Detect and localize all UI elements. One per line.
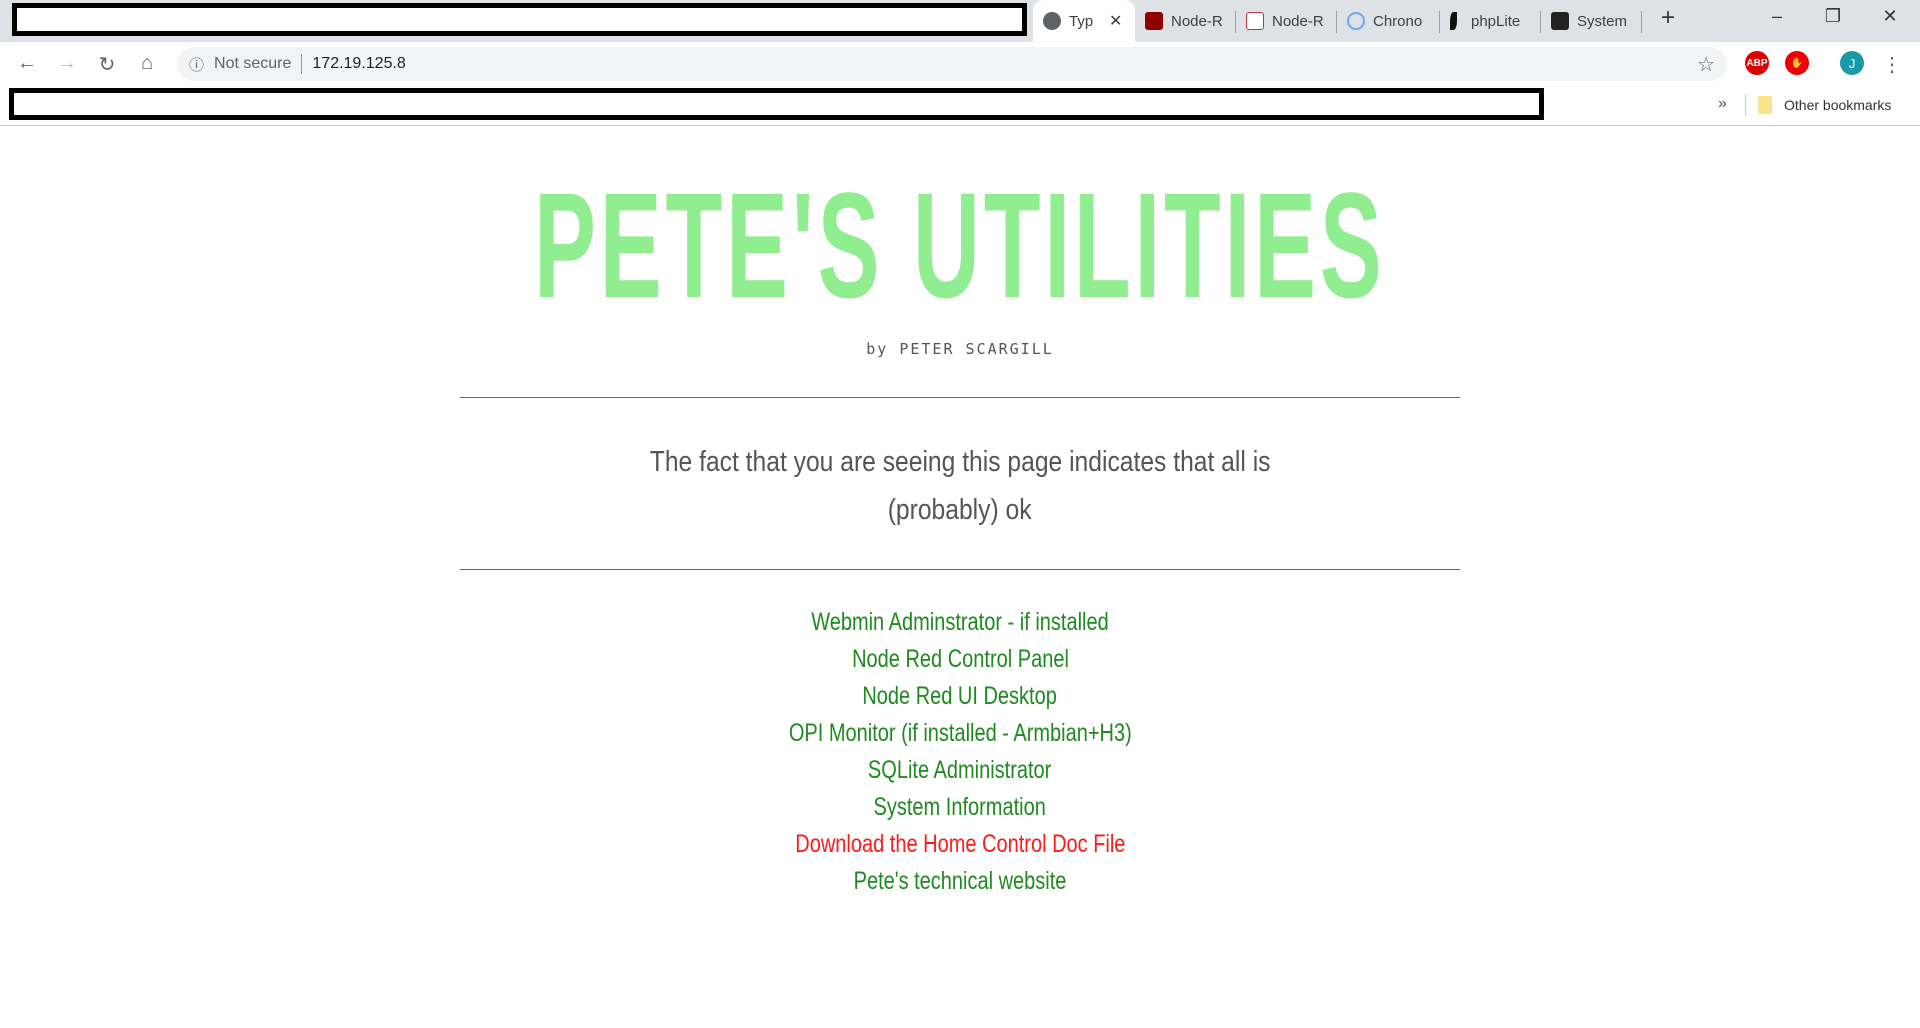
globe-icon [1043, 12, 1061, 30]
toolbar: ← → ↻ ⌂ ⓘ Not secure 172.19.125.8 ☆ ABP … [0, 42, 1920, 86]
menu-icon[interactable]: ⋮ [1880, 52, 1904, 77]
link-list: Webmin Adminstrator - if installed Node … [0, 604, 1920, 900]
tab-chronograf[interactable]: Chrono [1337, 0, 1439, 42]
chronograf-icon [1347, 12, 1365, 30]
close-tab-icon[interactable]: ✕ [1109, 11, 1122, 31]
home-icon[interactable]: ⌂ [135, 52, 159, 75]
feather-icon [1450, 12, 1457, 30]
other-bookmarks[interactable]: Other bookmarks [1758, 96, 1891, 114]
forward-icon[interactable]: → [55, 52, 79, 75]
tab-bar: Typ ✕ Node-R Node-R Chrono phpLite Syste… [0, 0, 1920, 42]
tab-phpliteadmin[interactable]: phpLite [1440, 0, 1540, 42]
tab-system[interactable]: System [1541, 0, 1641, 42]
node-red-icon [1246, 12, 1264, 30]
new-tab-button[interactable]: + [1648, 4, 1688, 32]
link-node-red-control-panel[interactable]: Node Red Control Panel [0, 641, 1920, 678]
minimize-button[interactable]: – [1757, 6, 1797, 27]
link-download-doc[interactable]: Download the Home Control Doc File [0, 826, 1920, 863]
link-opi-monitor[interactable]: OPI Monitor (if installed - Armbian+H3) [0, 715, 1920, 752]
redacted-region [12, 3, 1027, 36]
folder-icon [1758, 96, 1772, 114]
tab-active[interactable]: Typ ✕ [1033, 0, 1135, 42]
page-subtitle: by PETER SCARGILL [866, 340, 1054, 358]
url-text[interactable]: 172.19.125.8 [312, 55, 405, 73]
bookmarks-overflow-button[interactable]: » [1718, 95, 1727, 113]
tab-node-red-1[interactable]: Node-R [1135, 0, 1235, 42]
bookmarks-bar: » Other bookmarks [0, 86, 1920, 126]
avatar[interactable]: J [1840, 51, 1864, 75]
divider [460, 569, 1460, 570]
restore-button[interactable]: ❐ [1813, 6, 1853, 27]
link-system-information[interactable]: System Information [0, 789, 1920, 826]
link-technical-website[interactable]: Pete's technical website [0, 863, 1920, 900]
info-icon[interactable]: ⓘ [189, 54, 204, 75]
redacted-region [9, 88, 1544, 120]
link-node-red-ui-desktop[interactable]: Node Red UI Desktop [0, 678, 1920, 715]
status-message: The fact that you are seeing this page i… [649, 446, 1271, 526]
powershell-icon [1551, 12, 1569, 30]
tab-node-red-2[interactable]: Node-R [1236, 0, 1336, 42]
close-window-button[interactable]: ✕ [1870, 6, 1910, 27]
back-icon[interactable]: ← [15, 52, 39, 75]
node-red-icon [1145, 12, 1163, 30]
divider [460, 397, 1460, 398]
address-bar[interactable]: ⓘ Not secure 172.19.125.8 ☆ [177, 47, 1727, 81]
star-icon[interactable]: ☆ [1697, 52, 1715, 77]
link-webmin[interactable]: Webmin Adminstrator - if installed [0, 604, 1920, 641]
stop-hand-icon[interactable]: ✋ [1785, 51, 1809, 75]
link-sqlite-administrator[interactable]: SQLite Administrator [0, 752, 1920, 789]
adblock-plus-icon[interactable]: ABP [1745, 51, 1769, 75]
reload-icon[interactable]: ↻ [95, 52, 119, 77]
page-title: PETE'S UTILITIES [534, 161, 1386, 329]
